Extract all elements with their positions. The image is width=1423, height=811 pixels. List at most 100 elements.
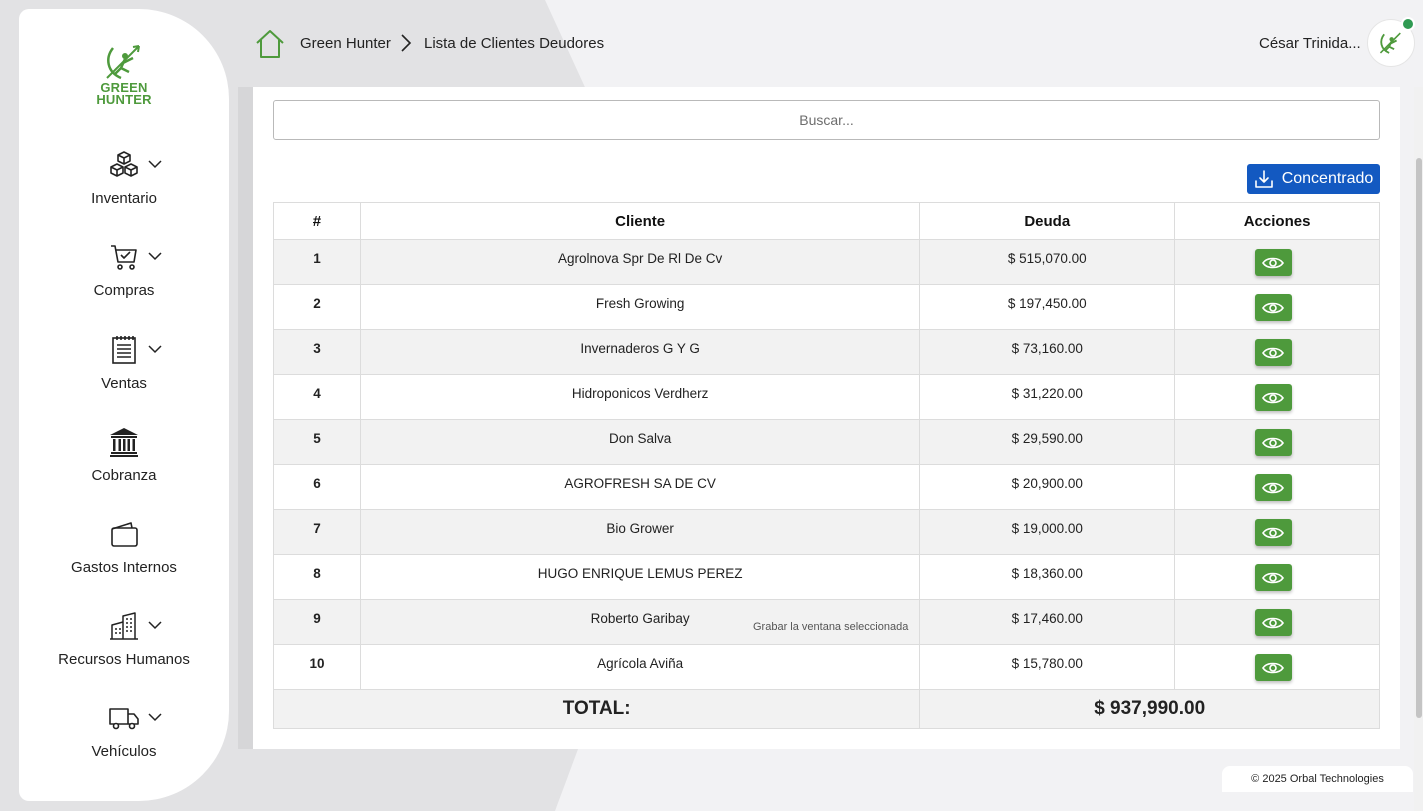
debt-amount: $ 197,450.00 — [919, 284, 1176, 330]
sidebar-item-label: Cobranza — [91, 467, 157, 484]
total-value: $ 937,990.00 — [919, 689, 1380, 729]
eye-icon — [1262, 482, 1285, 493]
sidebar-item-cobranza[interactable]: Cobranza — [19, 426, 229, 484]
client-name: Don Salva — [359, 419, 921, 465]
row-actions — [1174, 239, 1380, 285]
view-button[interactable] — [1254, 339, 1292, 366]
view-button[interactable] — [1254, 474, 1292, 501]
download-icon — [1254, 170, 1273, 188]
chevron-down-icon[interactable] — [148, 249, 162, 263]
row-actions — [1174, 464, 1380, 510]
client-name: Agrícola Aviña — [359, 644, 921, 690]
client-name: Invernaderos G Y G — [359, 329, 921, 375]
sidebar-item-inventario[interactable]: Inventario — [19, 149, 229, 207]
breadcrumb-current: Lista de Clientes Deudores — [424, 35, 605, 52]
row-number: 10 — [273, 644, 361, 690]
breadcrumb-root[interactable]: Green Hunter — [300, 35, 391, 52]
view-button[interactable] — [1254, 249, 1292, 276]
column-header-actions: Acciones — [1174, 202, 1380, 240]
sidebar-item-gastos-internos[interactable]: Gastos Internos — [19, 518, 229, 576]
chevron-down-icon[interactable] — [148, 618, 162, 632]
eye-icon — [1262, 662, 1285, 673]
client-name: Agrolnova Spr De Rl De Cv — [359, 239, 921, 285]
client-name: AGROFRESH SA DE CV — [359, 464, 921, 510]
row-number: 4 — [273, 374, 361, 420]
eye-icon — [1262, 527, 1285, 538]
sidebar-item-recursos-humanos[interactable]: Recursos Humanos — [19, 610, 229, 668]
table-row: 3 Invernaderos G Y G $ 73,160.00 — [273, 329, 1380, 375]
home-icon[interactable] — [254, 28, 286, 60]
archer-logo-icon — [1379, 32, 1401, 54]
sidebar-item-label: Recursos Humanos — [58, 651, 190, 668]
table-row: 8 HUGO ENRIQUE LEMUS PEREZ $ 18,360.00 — [273, 554, 1380, 600]
online-status-dot — [1401, 17, 1415, 31]
column-header-debt[interactable]: Deuda — [919, 202, 1176, 240]
sidebar: GREEN HUNTER Inventario Compras Ventas C… — [19, 9, 229, 801]
row-actions — [1174, 554, 1380, 600]
client-name: Hidroponicos Verdherz — [359, 374, 921, 420]
scrollbar-thumb[interactable] — [1416, 158, 1422, 718]
table-header-row: # Cliente Deuda Acciones — [273, 202, 1380, 240]
sidebar-item-label: Gastos Internos — [71, 559, 177, 576]
truck-icon — [109, 708, 139, 730]
sidebar-item-label: Compras — [93, 282, 155, 299]
view-button[interactable] — [1254, 564, 1292, 591]
view-button[interactable] — [1254, 519, 1292, 546]
cubes-icon — [110, 151, 138, 177]
row-number: 1 — [273, 239, 361, 285]
eye-icon — [1262, 572, 1285, 583]
wallet-icon — [111, 522, 138, 547]
view-button[interactable] — [1254, 294, 1292, 321]
sidebar-item-ventas[interactable]: Ventas — [19, 334, 229, 392]
eye-icon — [1262, 392, 1285, 403]
client-name: Fresh Growing — [359, 284, 921, 330]
export-concentrado-button[interactable]: Concentrado — [1247, 164, 1380, 194]
buildings-icon — [110, 612, 138, 640]
logo-text-line2: HUNTER — [96, 92, 152, 107]
table-row: 7 Bio Grower $ 19,000.00 — [273, 509, 1380, 555]
chevron-down-icon[interactable] — [148, 710, 162, 724]
column-header-number[interactable]: # — [273, 202, 361, 240]
sidebar-item-compras[interactable]: Compras — [19, 241, 229, 299]
row-number: 5 — [273, 419, 361, 465]
sidebar-item-label: Vehículos — [91, 743, 157, 760]
search-input[interactable] — [273, 100, 1380, 140]
row-number: 2 — [273, 284, 361, 330]
view-button[interactable] — [1254, 429, 1292, 456]
debt-amount: $ 20,900.00 — [919, 464, 1176, 510]
view-button[interactable] — [1254, 609, 1292, 636]
chevron-down-icon[interactable] — [148, 157, 162, 171]
debt-amount: $ 18,360.00 — [919, 554, 1176, 600]
column-header-client[interactable]: Cliente — [359, 202, 921, 240]
table-row: 1 Agrolnova Spr De Rl De Cv $ 515,070.00 — [273, 239, 1380, 285]
user-name[interactable]: César Trinida... — [1259, 35, 1361, 52]
eye-icon — [1262, 302, 1285, 313]
debt-amount: $ 29,590.00 — [919, 419, 1176, 465]
ledger-icon — [112, 336, 136, 364]
row-number: 7 — [273, 509, 361, 555]
archer-logo-icon — [106, 45, 140, 80]
eye-icon — [1262, 437, 1285, 448]
debt-amount: $ 15,780.00 — [919, 644, 1176, 690]
eye-icon — [1262, 347, 1285, 358]
debt-amount: $ 515,070.00 — [919, 239, 1176, 285]
table-total-row: TOTAL: $ 937,990.00 — [272, 689, 1380, 729]
row-actions — [1174, 599, 1380, 645]
debt-amount: $ 17,460.00 — [919, 599, 1176, 645]
row-actions — [1174, 374, 1380, 420]
row-actions — [1174, 419, 1380, 465]
table-row: 2 Fresh Growing $ 197,450.00 — [273, 284, 1380, 330]
client-name: HUGO ENRIQUE LEMUS PEREZ — [359, 554, 921, 600]
cart-check-icon — [111, 245, 137, 270]
chevron-down-icon[interactable] — [148, 342, 162, 356]
row-actions — [1174, 509, 1380, 555]
row-actions — [1174, 329, 1380, 375]
table-row: 10 Agrícola Aviña $ 15,780.00 — [273, 644, 1380, 690]
sidebar-item-vehiculos[interactable]: Vehículos — [19, 702, 229, 760]
footer-copyright: © 2025 Orbal Technologies — [1222, 766, 1413, 792]
row-number: 8 — [273, 554, 361, 600]
view-button[interactable] — [1254, 654, 1292, 681]
brand-logo[interactable]: GREEN HUNTER — [89, 42, 159, 117]
table-row: 6 AGROFRESH SA DE CV $ 20,900.00 — [273, 464, 1380, 510]
view-button[interactable] — [1254, 384, 1292, 411]
